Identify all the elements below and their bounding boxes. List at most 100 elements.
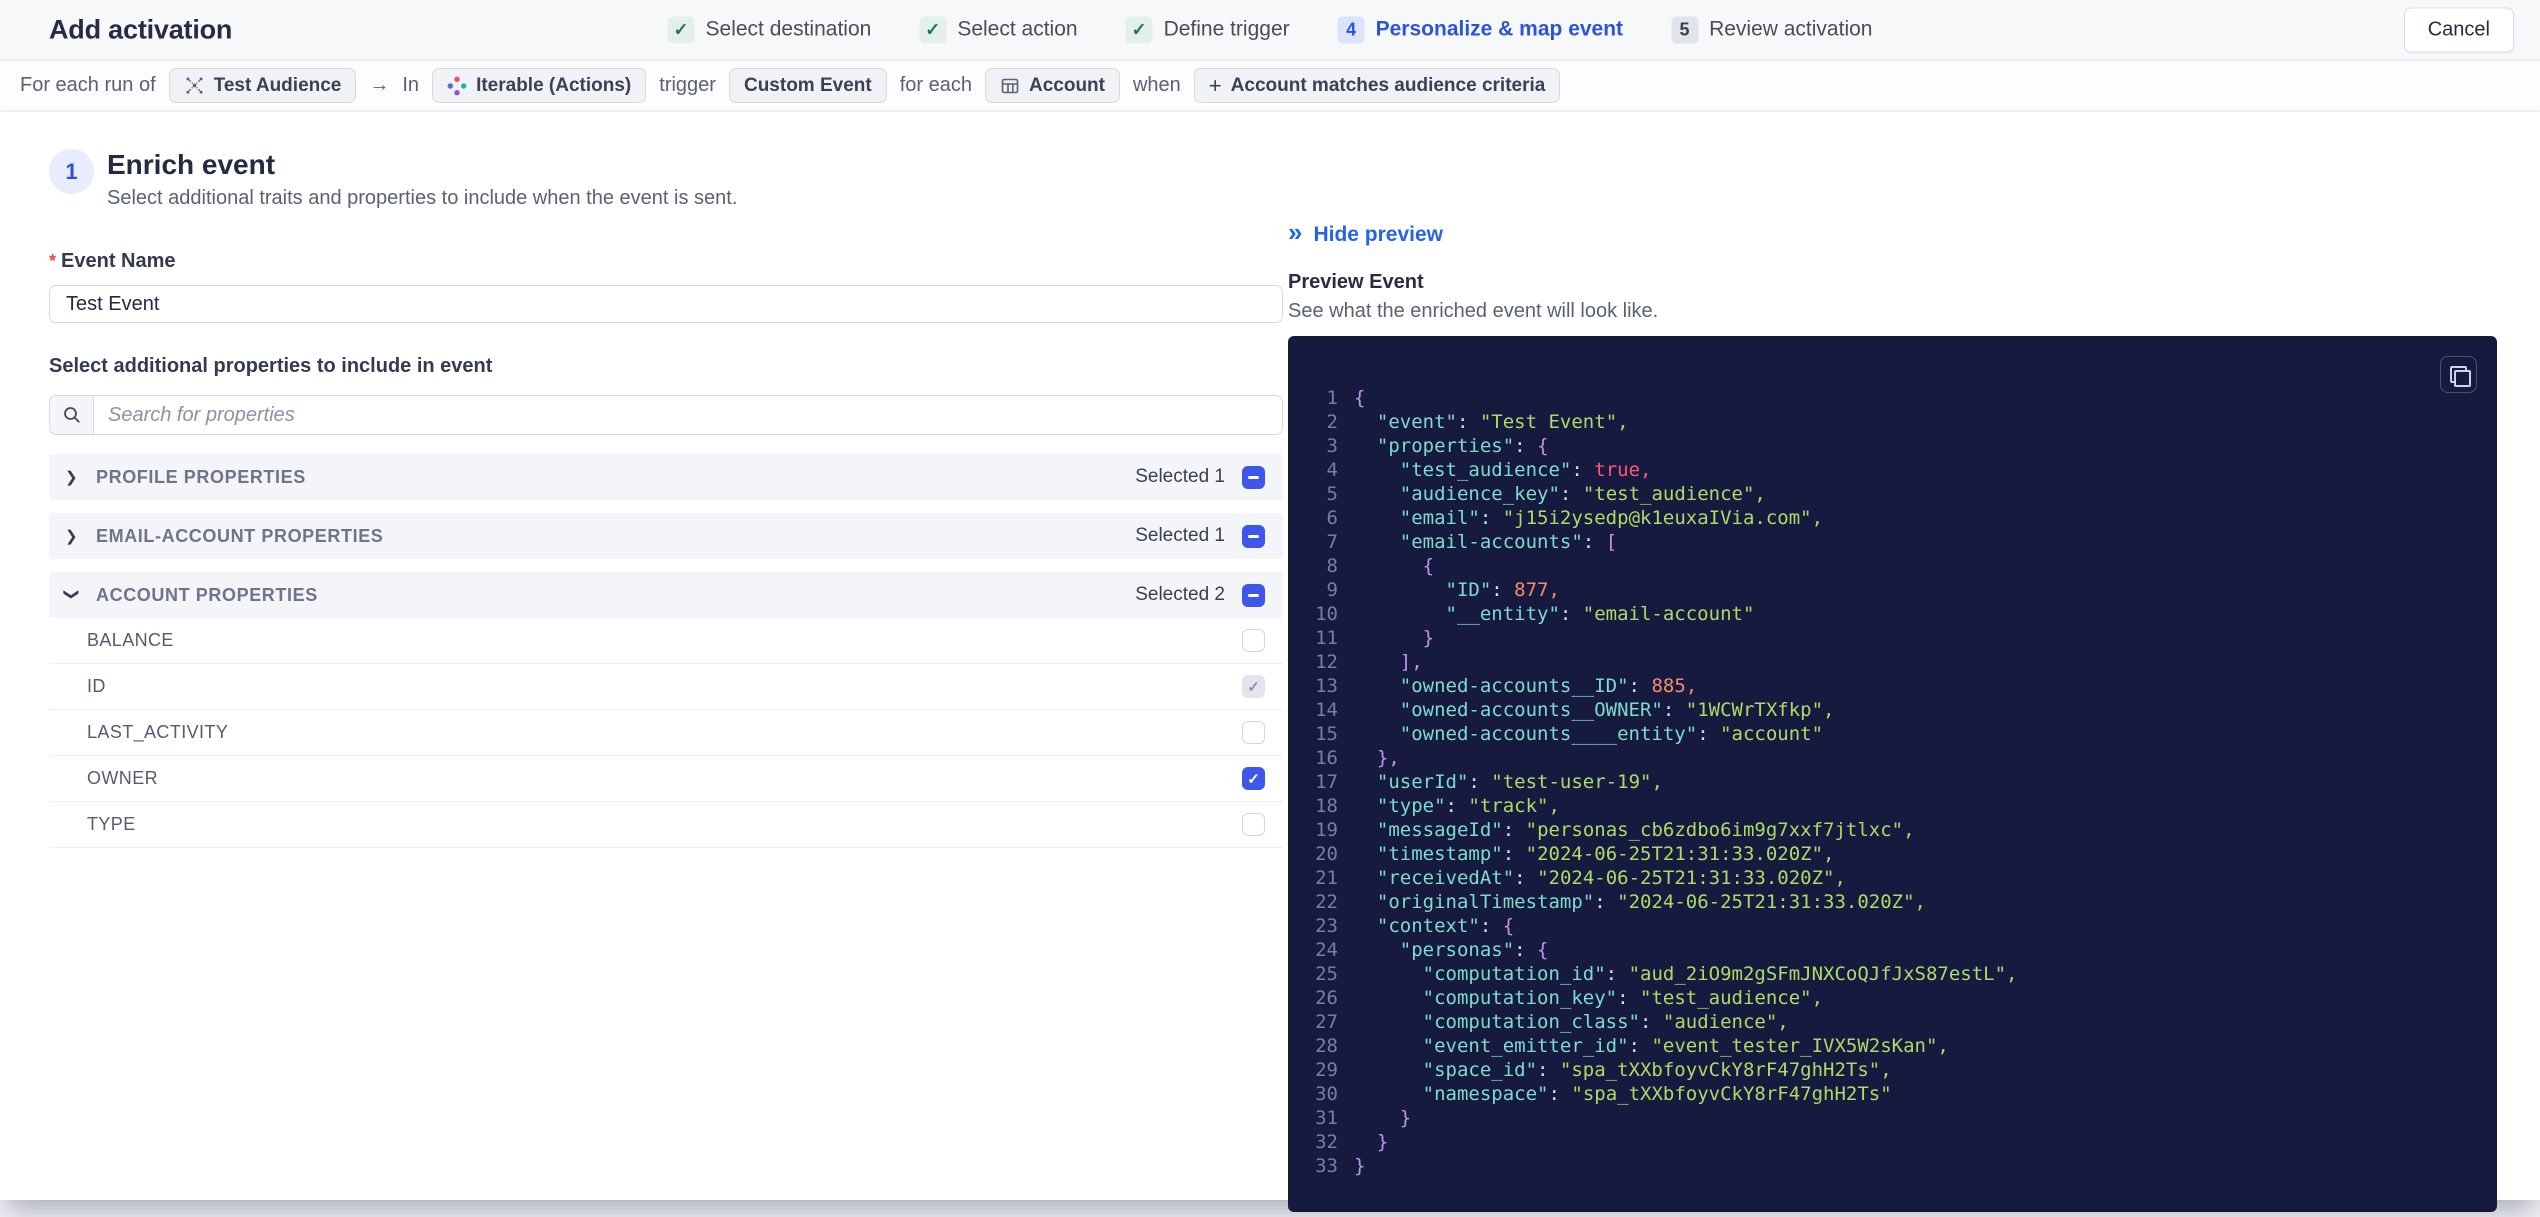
code-text: {: [1422, 555, 1435, 577]
line-number: 9: [1326, 579, 1338, 601]
property-row-last-activity[interactable]: LAST_ACTIVITY: [49, 710, 1283, 756]
line-number: 10: [1315, 603, 1338, 625]
section-header-profile-properties[interactable]: PROFILE PROPERTIES Selected 1: [49, 454, 1283, 500]
section-label: ACCOUNT PROPERTIES: [96, 584, 318, 605]
chip-account[interactable]: Account: [984, 68, 1120, 103]
chip-label: Account matches audience criteria: [1230, 74, 1546, 96]
app-header: Add activation Select destinationSelect …: [0, 0, 2540, 60]
selected-count: Selected 1: [1135, 466, 1225, 487]
code-line: 19 "messageId": "personas_cb6zdbo6im9g7x…: [1288, 818, 2497, 842]
copy-icon: [2441, 357, 2476, 392]
property-checkbox[interactable]: [1242, 721, 1265, 744]
code-line: 1{: [1288, 386, 2497, 410]
code-text: "owned-accounts__ID": 885,: [1399, 675, 1698, 697]
breadcrumb-text: trigger: [659, 74, 716, 96]
event-name-input[interactable]: [49, 285, 1283, 323]
section-header-email-account-properties[interactable]: EMAIL-ACCOUNT PROPERTIES Selected 1: [49, 513, 1283, 559]
code-line: 24 "personas": {: [1288, 938, 2497, 962]
code-line: 9 "ID": 877,: [1288, 578, 2497, 602]
line-number: 19: [1315, 819, 1338, 841]
code-text: "computation_key": "test_audience",: [1422, 987, 1824, 1009]
property-label: OWNER: [87, 768, 158, 788]
breadcrumb-text: For each run of: [20, 74, 156, 96]
property-label: BALANCE: [87, 630, 174, 650]
line-number: 28: [1315, 1035, 1338, 1057]
chip-test-audience[interactable]: Test Audience: [168, 68, 357, 103]
property-row-balance[interactable]: BALANCE: [49, 618, 1283, 664]
chip-custom-event[interactable]: Custom Event: [728, 68, 887, 103]
line-number: 21: [1315, 867, 1338, 889]
code-line: 4 "test_audience": true,: [1288, 458, 2497, 482]
code-text: }: [1399, 1107, 1412, 1129]
step-number-box: 4: [1337, 16, 1365, 43]
line-number: 27: [1315, 1011, 1338, 1033]
line-number: 17: [1315, 771, 1338, 793]
property-checkbox[interactable]: [1242, 675, 1265, 698]
code-text: "context": {: [1376, 915, 1515, 937]
step-label: Review activation: [1709, 17, 1873, 41]
check-icon: [667, 16, 695, 43]
iterable-icon: [447, 76, 467, 96]
chevron-down-icon: [63, 588, 81, 602]
section-checkbox[interactable]: [1242, 583, 1265, 607]
property-row-id[interactable]: ID: [49, 664, 1283, 710]
chip-iterable-actions[interactable]: Iterable (Actions): [432, 68, 647, 103]
stepper: Select destination Select action Define tr…: [667, 16, 1872, 43]
step-select-action[interactable]: Select action: [919, 16, 1078, 43]
line-number: 5: [1326, 483, 1338, 505]
enrich-header: 1 Enrich event Select additional traits …: [49, 149, 1283, 210]
property-label: TYPE: [87, 814, 136, 834]
code-line: 30 "namespace": "spa_tXXbfoyvCkY8rF47ghH…: [1288, 1082, 2497, 1106]
code-lines: 1{2 "event": "Test Event", 3 "properties"…: [1288, 336, 2497, 1178]
property-section-profile-properties: PROFILE PROPERTIES Selected 1: [49, 454, 1283, 500]
line-number: 25: [1315, 963, 1338, 985]
step-define-trigger[interactable]: Define trigger: [1125, 16, 1290, 43]
property-section-account-properties: ACCOUNT PROPERTIES Selected 2 BALANCE ID LAS…: [49, 572, 1283, 848]
search-input[interactable]: [93, 395, 1283, 435]
preview-code-block: 1{2 "event": "Test Event", 3 "properties"…: [1288, 336, 2497, 1212]
double-chevron-icon: [1288, 222, 1302, 247]
section-header-account-properties[interactable]: ACCOUNT PROPERTIES Selected 2: [49, 572, 1283, 618]
step-review-activation[interactable]: 5 Review activation: [1671, 16, 1872, 43]
line-number: 18: [1315, 795, 1338, 817]
step-label: Define trigger: [1163, 17, 1290, 41]
cancel-button[interactable]: Cancel: [2403, 7, 2514, 52]
code-text: "space_id": "spa_tXXbfoyvCkY8rF47ghH2Ts"…: [1422, 1059, 1892, 1081]
code-text: "personas": {: [1399, 939, 1549, 961]
code-line: 15 "owned-accounts____entity": "account": [1288, 722, 2497, 746]
line-number: 2: [1326, 411, 1338, 433]
audience-icon: [184, 75, 205, 96]
code-line: 29 "space_id": "spa_tXXbfoyvCkY8rF47ghH2…: [1288, 1058, 2497, 1082]
property-checkbox[interactable]: [1242, 767, 1265, 790]
step-select-destination[interactable]: Select destination: [667, 16, 871, 43]
code-text: "event_emitter_id": "event_tester_IVX5W2…: [1422, 1035, 1949, 1057]
main-panel: 1 Enrich event Select additional traits …: [0, 112, 2540, 1212]
code-text: "type": "track",: [1376, 795, 1560, 817]
chip-account-matches-audience-criteria[interactable]: + Account matches audience criteria: [1193, 68, 1561, 103]
code-text: },: [1376, 747, 1400, 769]
code-line: 27 "computation_class": "audience",: [1288, 1010, 2497, 1034]
property-row-owner[interactable]: OWNER: [49, 756, 1283, 802]
breadcrumb-text: In: [402, 74, 420, 96]
breadcrumb-text: when: [1132, 74, 1181, 96]
property-checkbox[interactable]: [1242, 629, 1265, 652]
code-text: "event": "Test Event",: [1376, 411, 1629, 433]
hide-preview-button[interactable]: Hide preview: [1288, 222, 1443, 247]
copy-button[interactable]: [2440, 356, 2477, 393]
code-line: 2 "event": "Test Event",: [1288, 410, 2497, 434]
code-text: "__entity": "email-account": [1445, 603, 1755, 625]
line-number: 13: [1315, 675, 1338, 697]
section-checkbox[interactable]: [1242, 524, 1265, 548]
step-personalize-map-event[interactable]: 4 Personalize & map event: [1337, 16, 1623, 43]
property-row-type[interactable]: TYPE: [49, 802, 1283, 848]
property-checkbox[interactable]: [1242, 813, 1265, 836]
section-checkbox[interactable]: [1242, 465, 1265, 489]
code-text: "userId": "test-user-19",: [1376, 771, 1663, 793]
code-line: 8 {: [1288, 554, 2497, 578]
step-number-box: 5: [1671, 16, 1699, 43]
code-line: 13 "owned-accounts__ID": 885,: [1288, 674, 2497, 698]
step-number-badge: 1: [49, 149, 94, 194]
code-line: 16 },: [1288, 746, 2497, 770]
code-text: }: [1376, 1131, 1389, 1153]
check-icon: [919, 16, 947, 43]
